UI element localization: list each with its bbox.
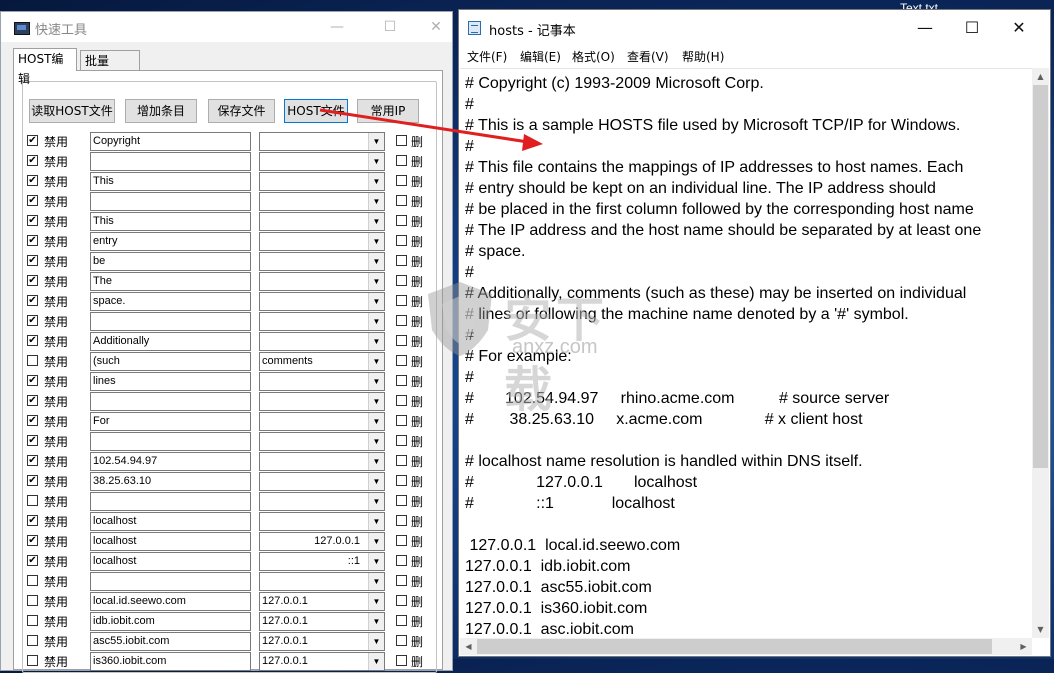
tab-host-edit[interactable]: HOST编辑 [13,48,77,86]
annotation-arrow [319,108,543,151]
